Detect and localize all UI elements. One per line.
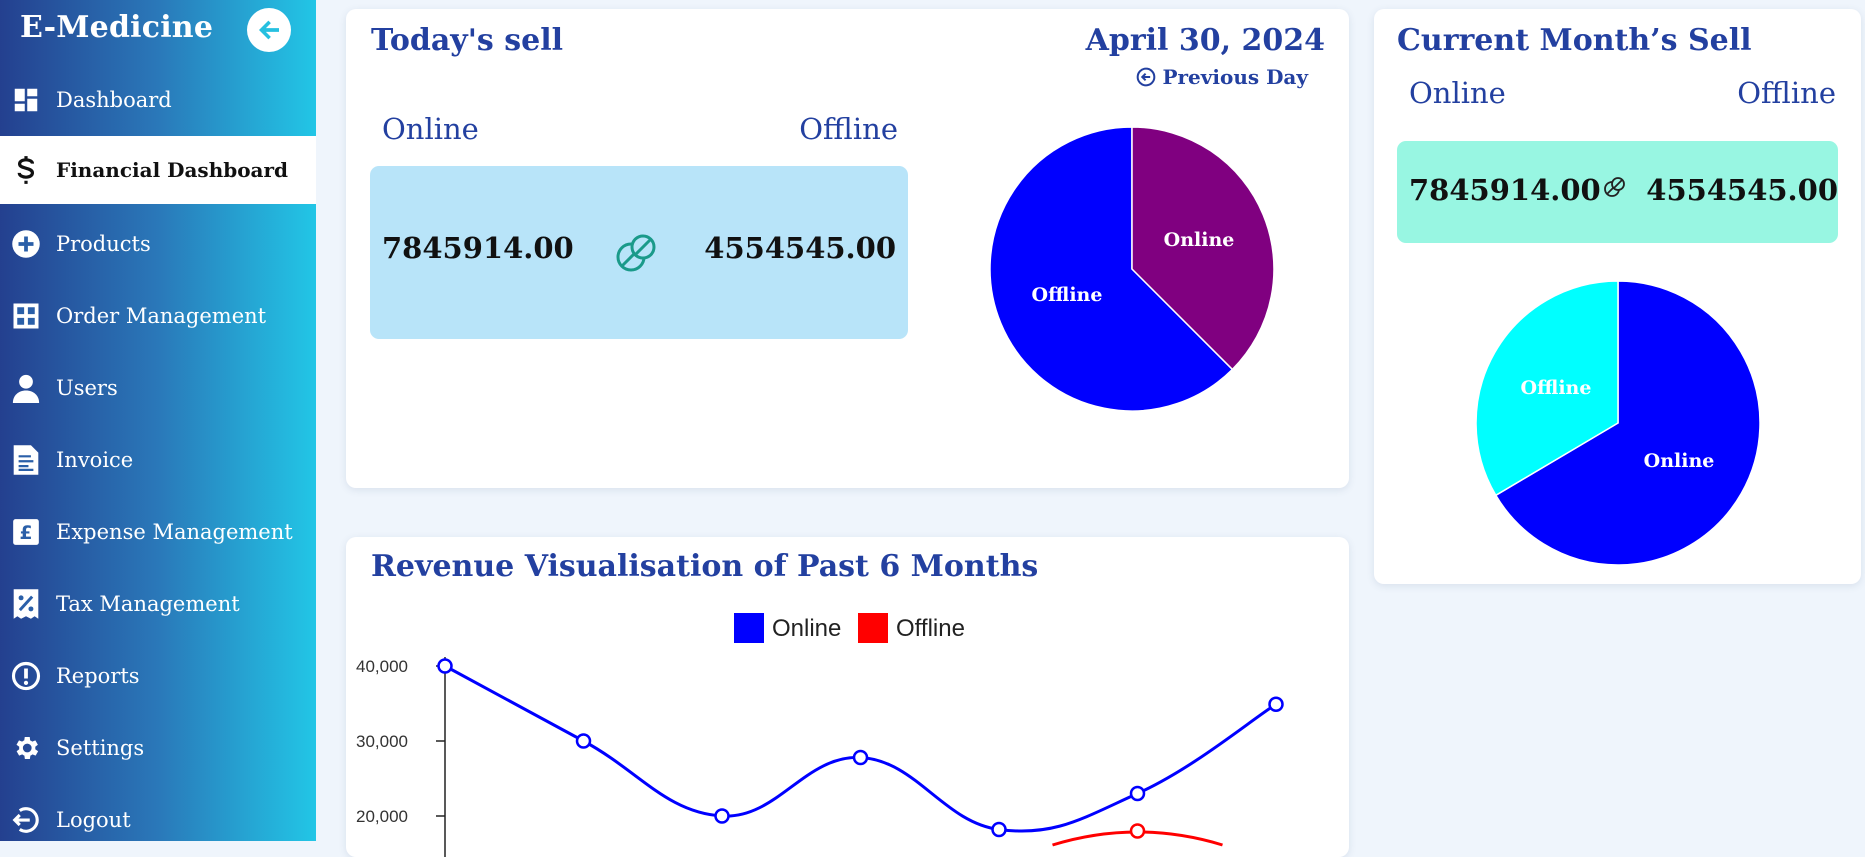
previous-day-link[interactable]: Previous Day	[1136, 65, 1308, 89]
alert-circle-icon	[10, 660, 42, 692]
sidebar-item-label: Users	[56, 376, 118, 400]
sidebar-item-products[interactable]: Products	[0, 208, 316, 280]
current-date: April 30, 2024	[1085, 23, 1325, 58]
sidebar-item-reports[interactable]: Reports	[0, 640, 316, 712]
sidebar-item-label: Invoice	[56, 448, 134, 472]
sidebar-item-label: Logout	[56, 808, 131, 832]
pills-icon	[616, 234, 656, 272]
data-point-online	[575, 733, 592, 749]
gear-icon	[10, 732, 42, 764]
pie-label-online: Online	[1164, 229, 1235, 251]
brand-logo: E-Medicine	[20, 10, 214, 45]
sidebar-item-label: Order Management	[56, 304, 267, 328]
arrow-left-circle-icon	[1137, 67, 1156, 87]
month-pie-chart: Online Offline	[1475, 280, 1761, 566]
sidebar-item-users[interactable]: Users	[0, 352, 316, 424]
online-label: Online	[382, 112, 479, 146]
arrow-left-icon	[259, 20, 279, 40]
sidebar: E-Medicine Dashboard Financial Dashboard…	[0, 0, 316, 841]
plus-circle-icon	[10, 228, 42, 260]
online-value: 7845914.00	[382, 231, 574, 265]
sidebar-item-financial-dashboard[interactable]: Financial Dashboard	[0, 136, 316, 204]
sidebar-item-label: Dashboard	[56, 88, 172, 112]
offline-value: 4554545.00	[1646, 173, 1838, 207]
pills-icon	[1604, 177, 1625, 197]
svg-text:£: £	[20, 523, 33, 544]
tax-icon	[10, 588, 42, 620]
sidebar-item-invoice[interactable]: Invoice	[0, 424, 316, 496]
online-value: 7845914.00	[1409, 173, 1601, 207]
data-point-online	[437, 658, 453, 674]
data-point-online	[1268, 696, 1284, 712]
today-pie-chart: Online Offline	[989, 126, 1275, 412]
sidebar-item-label: Settings	[56, 736, 145, 760]
sidebar-item-label: Products	[56, 232, 151, 256]
sidebar-item-order-management[interactable]: Order Management	[0, 280, 316, 352]
sidebar-item-logout[interactable]: Logout	[0, 784, 316, 856]
sidebar-item-settings[interactable]: Settings	[0, 712, 316, 784]
sidebar-item-dashboard[interactable]: Dashboard	[0, 64, 316, 136]
data-point-offline	[1129, 823, 1146, 839]
pie-label-online: Online	[1644, 450, 1715, 472]
today-values-panel: 7845914.00 4554545.00	[370, 166, 908, 339]
revenue-line-chart	[436, 657, 1284, 857]
sidebar-item-label: Financial Dashboard	[56, 158, 289, 182]
month-values-panel: 7845914.00 4554545.00	[1397, 141, 1838, 243]
card-title: Today's sell	[371, 23, 564, 58]
sidebar-item-label: Tax Management	[56, 592, 240, 616]
offline-label: Offline	[799, 112, 898, 146]
logout-icon	[10, 804, 42, 836]
previous-day-label: Previous Day	[1162, 65, 1308, 89]
online-label: Online	[1409, 76, 1506, 110]
data-point-online	[991, 821, 1007, 838]
sidebar-item-tax-management[interactable]: Tax Management	[0, 568, 316, 640]
todays-sell-card: Today's sell April 30, 2024 Previous Day…	[346, 9, 1349, 488]
revenue-card: Revenue Visualisation of Past 6 Months O…	[346, 537, 1349, 857]
user-icon	[10, 372, 42, 404]
pound-icon: £	[10, 516, 42, 548]
current-month-card: Current Month’s Sell Online Offline 7845…	[1374, 9, 1861, 584]
sidebar-item-label: Reports	[56, 664, 140, 688]
offline-label: Offline	[1737, 76, 1836, 110]
dashboard-icon	[10, 84, 42, 116]
data-point-online	[1129, 785, 1146, 802]
grid-icon	[10, 300, 42, 332]
data-point-online	[714, 808, 730, 824]
series-line-online	[444, 664, 1277, 833]
dollar-icon	[10, 154, 42, 186]
pie-label-offline: Offline	[1032, 284, 1103, 306]
card-title: Current Month’s Sell	[1397, 23, 1752, 58]
sidebar-item-expense-management[interactable]: £ Expense Management	[0, 496, 316, 568]
invoice-icon	[10, 444, 42, 476]
pie-label-offline: Offline	[1521, 377, 1592, 399]
collapse-sidebar-button[interactable]	[247, 8, 291, 52]
offline-value: 4554545.00	[704, 231, 896, 265]
data-point-online	[852, 749, 869, 766]
sidebar-item-label: Expense Management	[56, 520, 293, 544]
